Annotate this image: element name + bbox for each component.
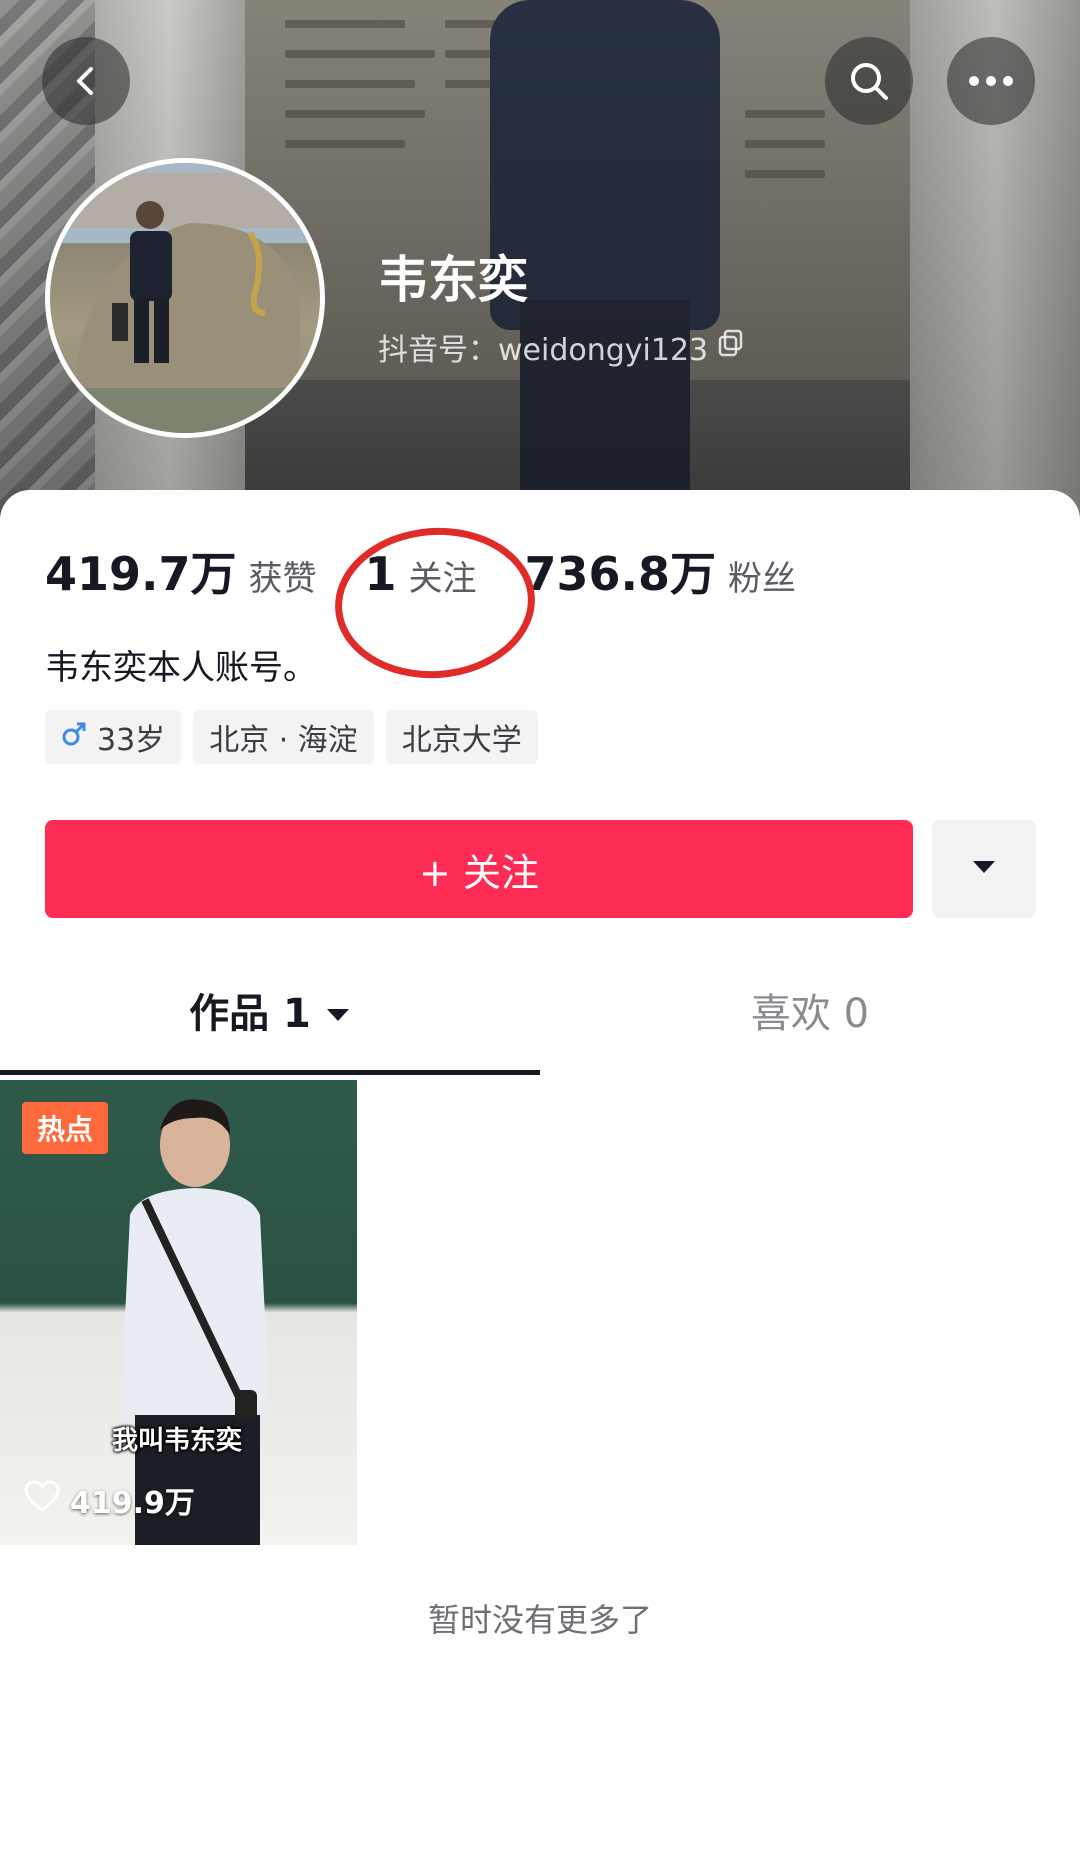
likes-count[interactable]: 419.7万 — [45, 538, 237, 604]
content-tabs: 作品 1 喜欢 0 — [0, 960, 1080, 1060]
nickname: 韦东奕 — [378, 251, 528, 309]
tab-underline — [0, 1070, 540, 1075]
more-icon — [968, 75, 1014, 87]
tab-works-label: 作品 1 — [189, 991, 311, 1037]
profile-card: 419.7万 获赞 1 关注 736.8万 粉丝 韦东奕本人账号。 33岁 北京… — [0, 490, 1080, 1868]
heart-icon — [24, 1480, 60, 1520]
video-person — [120, 1099, 270, 1545]
male-icon — [61, 720, 87, 755]
search-button[interactable] — [825, 37, 913, 125]
followers-count[interactable]: 736.8万 — [525, 538, 717, 604]
video-likes: 419.9万 — [24, 1478, 195, 1522]
back-icon — [68, 63, 104, 99]
tag-location: 北京 · 海淀 — [193, 710, 374, 764]
avatar[interactable] — [45, 158, 325, 438]
copy-icon[interactable] — [718, 329, 744, 365]
douyin-id[interactable]: 抖音号：weidongyi123 — [378, 325, 744, 369]
dropdown-icon — [971, 859, 997, 879]
video-like-count: 419.9万 — [70, 1486, 195, 1521]
caret-down-icon — [325, 987, 351, 1033]
tab-likes-label: 喜欢 0 — [750, 991, 870, 1037]
tag-school: 北京大学 — [385, 710, 538, 764]
likes-label: 获赞 — [248, 559, 317, 599]
followers-label[interactable]: 粉丝 — [728, 551, 796, 600]
hot-badge: 热点 — [22, 1102, 108, 1154]
search-icon — [847, 59, 891, 103]
tag-gender-age: 33岁 — [45, 710, 182, 764]
tab-works[interactable]: 作品 1 — [0, 960, 540, 1060]
video-caption: 我叫韦东奕 — [112, 1426, 243, 1456]
douyin-id-text: 抖音号：weidongyi123 — [378, 333, 709, 368]
more-options-button[interactable] — [947, 37, 1035, 125]
back-button[interactable] — [42, 37, 130, 125]
follow-button-label: + 关注 — [419, 850, 539, 895]
tag-age-text: 33岁 — [97, 723, 166, 758]
bio: 韦东奕本人账号。 — [45, 648, 317, 688]
stats-row: 419.7万 获赞 1 关注 736.8万 粉丝 — [45, 521, 796, 685]
end-of-list-note: 暂时没有更多了 — [427, 1601, 652, 1639]
video-thumbnail[interactable]: 热点 我叫韦东奕 419.9万 — [0, 1080, 357, 1545]
follow-button[interactable]: + 关注 — [45, 820, 913, 918]
avatar-photo — [50, 163, 320, 433]
tab-likes[interactable]: 喜欢 0 — [540, 960, 1080, 1060]
more-actions-button[interactable] — [932, 820, 1036, 918]
profile-tags: 33岁 北京 · 海淀 北京大学 — [45, 710, 538, 764]
red-circle-annotation — [330, 521, 540, 685]
